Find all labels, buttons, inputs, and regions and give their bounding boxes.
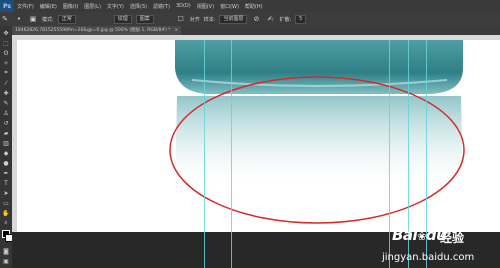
document-tab-bar: 18462826,7815255598fm=26&gp=0.jpg @ 500%… (12, 26, 500, 35)
baidu-watermark: Bai❀du (392, 226, 447, 244)
texture-button[interactable]: 纹理 (113, 14, 132, 24)
document-canvas[interactable] (17, 40, 500, 232)
stamp-tool-icon[interactable]: ♙ (2, 109, 10, 117)
dodge-tool-icon[interactable]: ● (2, 159, 10, 167)
brush-size-icon[interactable]: • (14, 14, 24, 24)
zoom-tool-icon[interactable]: ⌕ (2, 219, 10, 227)
lasso-tool-icon[interactable]: ʘ (2, 49, 10, 57)
brush-tool-icon[interactable]: ✎ (2, 99, 10, 107)
photoshop-logo: Ps (0, 0, 14, 12)
brush-tool-preset-icon[interactable]: ✎ (0, 14, 10, 24)
gradient-tool-icon[interactable]: ▥ (2, 139, 10, 147)
blur-tool-icon[interactable]: ◆ (2, 149, 10, 157)
guide-line[interactable] (389, 40, 390, 268)
healing-tool-icon[interactable]: ✚ (2, 89, 10, 97)
baidu-paw-icon: ❀ (417, 230, 426, 243)
eyedropper-tool-icon[interactable]: ⁄ (2, 79, 10, 87)
menu-image[interactable]: 图像(I) (60, 3, 81, 10)
spread-label: 扩散: (279, 16, 292, 23)
ignore-adjustment-icon[interactable]: ⊘ (251, 14, 261, 24)
move-tool-icon[interactable]: ✥ (2, 29, 10, 37)
menu-file[interactable]: 文件(F) (14, 3, 37, 10)
aligned-checkbox[interactable]: ☐ (176, 14, 186, 24)
menu-help[interactable]: 帮助(H) (242, 3, 266, 10)
close-icon[interactable]: × (175, 28, 179, 33)
type-tool-icon[interactable]: T (2, 179, 10, 187)
guide-line[interactable] (231, 40, 232, 268)
menu-layer[interactable]: 图层(L) (81, 3, 104, 10)
history-brush-tool-icon[interactable]: ↺ (2, 119, 10, 127)
sample-select[interactable]: 当前图层 (219, 14, 248, 24)
aligned-label: 对齐 (189, 16, 200, 23)
brush-panel-icon[interactable]: ▣ (28, 14, 38, 24)
jingyan-watermark: 经验 (440, 231, 465, 245)
mode-label: 模式: (42, 16, 54, 23)
brush-settings-icon[interactable]: ✍ (265, 14, 275, 24)
menu-type[interactable]: 文字(Y) (104, 3, 127, 10)
eraser-tool-icon[interactable]: ▰ (2, 129, 10, 137)
options-bar: ✎ • ▣ 模式: 正常 纹理 图案 ☐ 对齐 样本: 当前图层 ⊘ ✍ 扩散:… (0, 12, 500, 27)
menu-select[interactable]: 选择(S) (127, 3, 150, 10)
menu-3d[interactable]: 3D(D) (173, 3, 194, 9)
menu-filter[interactable]: 滤镜(T) (150, 3, 173, 10)
document-tab-title: 18462826,7815255598fm=26&gp=0.jpg @ 500%… (15, 28, 171, 33)
pen-tool-icon[interactable]: ✒ (2, 169, 10, 177)
spread-input[interactable]: 5 (295, 14, 307, 24)
quick-mask-icon[interactable]: ◙ (2, 247, 10, 255)
baidu-brand: Bai (392, 226, 418, 244)
pattern-button[interactable]: 图案 (135, 14, 154, 24)
screen-mode-icon[interactable]: ▣ (2, 257, 10, 265)
marquee-tool-icon[interactable]: ⬚ (2, 39, 10, 47)
menu-view[interactable]: 视图(V) (194, 3, 217, 10)
glass-reflection (175, 96, 463, 190)
canvas-artwork (169, 40, 465, 224)
menu-edit[interactable]: 编辑(E) (37, 3, 60, 10)
quick-select-tool-icon[interactable]: ✧ (2, 59, 10, 67)
guide-line[interactable] (204, 40, 205, 268)
hand-tool-icon[interactable]: ✋ (2, 209, 10, 217)
shape-tool-icon[interactable]: ▭ (2, 199, 10, 207)
watermark-url: jingyan.baidu.com (382, 252, 475, 263)
crop-tool-icon[interactable]: ⌗ (2, 69, 10, 77)
menu-bar: Ps 文件(F) 编辑(E) 图像(I) 图层(L) 文字(Y) 选择(S) 滤… (0, 0, 500, 12)
mode-select[interactable]: 正常 (57, 14, 76, 24)
path-select-tool-icon[interactable]: ➤ (2, 189, 10, 197)
document-tab[interactable]: 18462826,7815255598fm=26&gp=0.jpg @ 500%… (12, 26, 182, 35)
menu-window[interactable]: 窗口(W) (217, 3, 242, 10)
sample-label: 样本: (203, 16, 216, 23)
